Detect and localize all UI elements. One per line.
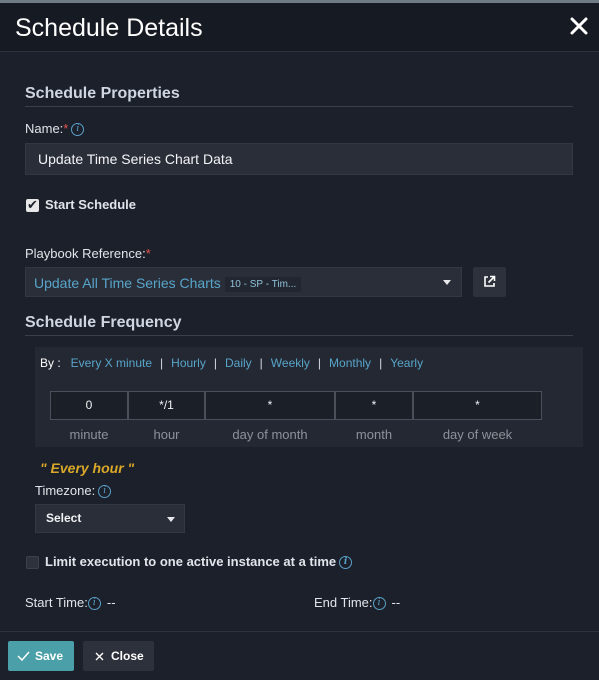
limit-execution-label: Limit execution to one active instance a…	[45, 554, 353, 570]
cron-day-of-week-input[interactable]: *	[413, 391, 542, 420]
open-playbook-button[interactable]	[473, 267, 506, 297]
playbook-label: Playbook Reference:*	[25, 246, 151, 261]
option-weekly[interactable]: Weekly	[271, 356, 310, 370]
check-icon	[17, 651, 30, 661]
section-divider	[25, 106, 573, 107]
cron-day-of-week-label: day of week	[442, 427, 513, 442]
section-title-frequency: Schedule Frequency	[25, 314, 182, 331]
separator: |	[259, 356, 263, 370]
dialog-header: Schedule Details	[0, 3, 599, 52]
limit-execution-checkbox[interactable]	[26, 556, 39, 569]
start-time-label: Start Time:	[25, 595, 88, 610]
external-link-icon	[484, 275, 496, 287]
playbook-tag: 10 - SP - Tim...	[224, 277, 302, 292]
chevron-down-icon	[443, 280, 451, 285]
start-schedule-label: Start Schedule	[45, 197, 137, 212]
chevron-down-icon	[167, 517, 175, 522]
cron-day-of-month-label: day of month	[232, 427, 308, 442]
save-button[interactable]: Save	[8, 641, 74, 671]
separator: |	[213, 356, 217, 370]
frequency-options: By : Every X minute | Hourly | Daily | Weekly | M…	[40, 356, 423, 370]
cron-hour-label: hour	[153, 427, 180, 442]
required-mark: *	[63, 121, 69, 136]
cron-month-input[interactable]: *	[335, 391, 413, 420]
separator: |	[379, 356, 383, 370]
timezone-value: Select	[46, 511, 82, 525]
by-label: By :	[40, 356, 61, 370]
footer-divider	[0, 631, 599, 632]
start-time-value: --	[106, 595, 116, 610]
playbook-select[interactable]: Update All Time Series Charts 10 - SP - T…	[25, 267, 462, 297]
start-time: Start Time: i --	[25, 595, 116, 611]
playbook-selected: Update All Time Series Charts 10 - SP - T…	[34, 275, 302, 292]
save-label: Save	[35, 649, 64, 663]
separator: |	[317, 356, 322, 370]
info-icon[interactable]: i	[71, 123, 85, 137]
option-daily[interactable]: Daily	[225, 356, 252, 370]
cron-month-label: month	[355, 427, 393, 442]
close-button[interactable]: Close	[83, 641, 154, 671]
timezone-label: Timezone: i	[35, 483, 112, 499]
cron-day-of-month-input[interactable]: *	[205, 391, 335, 420]
end-time: End Time: i --	[314, 595, 401, 611]
section-divider	[25, 335, 573, 336]
playbook-value: Update All Time Series Charts	[34, 275, 221, 291]
info-icon[interactable]: i	[98, 485, 112, 499]
option-hourly[interactable]: Hourly	[171, 356, 206, 370]
timezone-label-text: Timezone:	[35, 483, 96, 498]
option-monthly[interactable]: Monthly	[329, 356, 371, 370]
end-time-label: End Time:	[314, 595, 373, 610]
playbook-label-text: Playbook Reference:	[25, 246, 146, 261]
info-icon[interactable]: i	[339, 556, 353, 570]
cron-minute-input[interactable]: 0	[50, 391, 128, 420]
end-time-value: --	[391, 595, 401, 610]
separator: |	[160, 356, 164, 370]
option-every-x-minute[interactable]: Every X minute	[71, 356, 152, 370]
timezone-select[interactable]: Select	[35, 504, 185, 533]
frequency-summary: " Every hour "	[40, 460, 135, 476]
check-icon: ✔	[27, 197, 38, 212]
dialog-title: Schedule Details	[15, 14, 203, 42]
info-icon[interactable]: i	[372, 597, 386, 611]
limit-execution-text: Limit execution to one active instance a…	[45, 554, 337, 569]
required-mark: *	[145, 246, 151, 261]
name-input[interactable]: Update Time Series Chart Data	[25, 143, 573, 175]
option-yearly[interactable]: Yearly	[390, 356, 423, 370]
name-label-text: Name:	[25, 121, 64, 136]
close-label: Close	[111, 649, 144, 663]
close-icon	[95, 652, 104, 661]
cron-hour-input[interactable]: */1	[128, 391, 205, 420]
name-label: Name:* i	[25, 121, 85, 137]
section-title-properties: Schedule Properties	[25, 85, 180, 102]
close-icon[interactable]	[568, 15, 590, 37]
info-icon[interactable]: i	[87, 597, 101, 611]
cron-minute-label: minute	[69, 427, 109, 442]
schedule-details-dialog: Schedule Details Schedule Properties Nam…	[0, 0, 599, 680]
start-schedule-checkbox[interactable]: ✔	[26, 197, 39, 212]
